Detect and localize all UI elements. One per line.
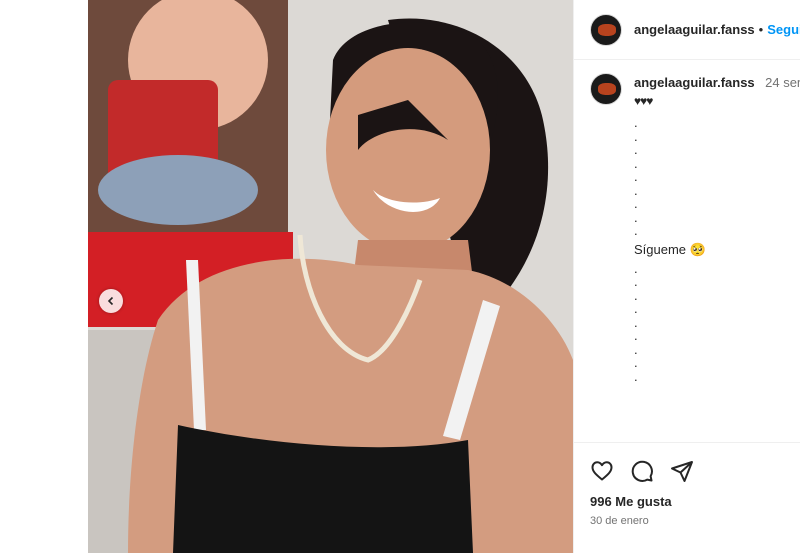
comments-section[interactable]: angelaaguilar.fanss 24 sem ♥♥♥ . . . . .… [574,61,800,441]
post-author-username[interactable]: angelaaguilar.fanss [634,22,755,37]
caption-dot: . [634,128,638,144]
caption-dot: . [634,155,638,171]
caption-time[interactable]: 24 sem [765,75,800,90]
previous-image-button[interactable] [99,289,123,313]
caption-dot: . [634,287,638,303]
caption-dot: . [634,142,638,157]
caption-dot: . [634,223,638,238]
caption-dot: . [634,328,638,343]
caption-dot: . [634,314,638,330]
avatar[interactable] [590,13,622,46]
heart-icon[interactable] [590,459,614,483]
caption-username[interactable]: angelaaguilar.fanss [634,75,755,90]
caption-dot: . [634,355,638,370]
caption-dot: . [634,169,638,184]
comment-icon[interactable] [630,459,654,483]
caption-body: angelaaguilar.fanss 24 sem ♥♥♥ . . . . .… [634,73,800,383]
post-photo[interactable] [88,0,573,553]
follow-button[interactable]: Seguir [767,22,800,37]
caption-meta: angelaaguilar.fanss 24 sem [634,74,800,92]
share-icon[interactable] [670,459,694,483]
caption-dot: . [634,274,638,289]
caption-dot: . [634,182,638,198]
caption-comment: angelaaguilar.fanss 24 sem ♥♥♥ . . . . .… [590,73,800,383]
instagram-post-view: angelaaguilar.fanss • Seguir angelaaguil… [0,0,800,553]
caption-dot: . [634,115,638,130]
likes-count[interactable]: 996 Me gusta [590,494,672,509]
post-date[interactable]: 30 de enero [590,515,649,527]
caption-dot: . [634,301,638,316]
post-sidebar: angelaaguilar.fanss • Seguir angelaaguil… [573,0,800,553]
caption-dot: . [634,260,638,276]
post-actions-section: 996 Me gusta 30 de enero [574,442,800,553]
caption-dot: . [634,368,638,384]
caption-avatar[interactable] [590,73,622,105]
caption-text-block: . . . . . . . . . Sígueme 🥺 . . . . . . … [634,116,800,383]
caption-hearts: ♥♥♥ [634,94,653,108]
caption-dot: . [634,341,638,357]
caption-dot: . [634,196,638,211]
post-header: angelaaguilar.fanss • Seguir [574,0,800,60]
chevron-left-icon [107,296,114,306]
caption-follow-text: Sígueme 🥺 [634,241,706,257]
photo-illustration [88,0,573,553]
action-bar [590,459,694,483]
header-separator: • [758,22,764,37]
caption-dot: . [634,209,638,225]
